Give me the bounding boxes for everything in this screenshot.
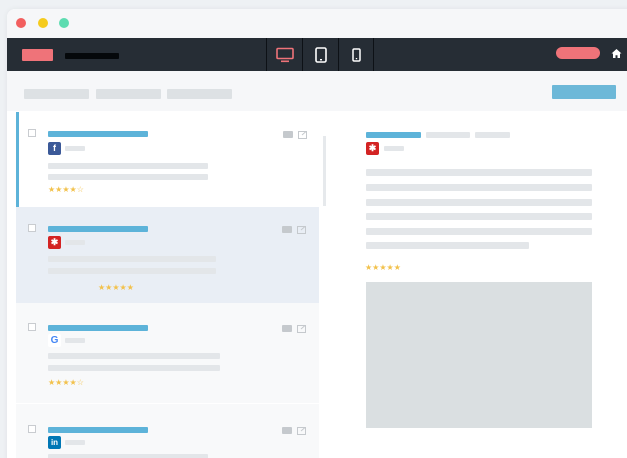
source-name-placeholder <box>384 146 404 151</box>
review-title <box>48 427 148 433</box>
minimize-window-button[interactable] <box>38 18 48 28</box>
review-item[interactable]: in <box>16 404 319 458</box>
source-name-placeholder <box>65 146 85 151</box>
message-icon[interactable] <box>282 226 292 233</box>
detail-text-line <box>366 213 592 220</box>
review-text-line <box>48 174 208 180</box>
filter-tab-3[interactable] <box>167 89 232 99</box>
mobile-view-button[interactable] <box>338 38 374 71</box>
detail-meta <box>426 132 470 138</box>
open-external-icon[interactable] <box>297 325 306 333</box>
review-title <box>48 325 148 331</box>
review-checkbox[interactable] <box>28 224 36 232</box>
detail-text-line <box>366 169 592 176</box>
review-title <box>48 131 148 137</box>
filter-tab-2[interactable] <box>96 89 161 99</box>
google-icon: G <box>48 334 61 347</box>
review-checkbox[interactable] <box>28 425 36 433</box>
detail-text-line <box>366 228 592 235</box>
desktop-view-button[interactable] <box>266 38 302 71</box>
review-item[interactable]: G ★★★★☆ <box>16 303 319 403</box>
source-name-placeholder <box>65 338 85 343</box>
detail-title <box>366 132 421 138</box>
review-item[interactable]: f ★★★★☆ <box>16 112 319 207</box>
star-rating: ★★★★★ <box>98 283 134 292</box>
app-title-placeholder <box>65 53 119 59</box>
message-icon[interactable] <box>283 131 293 138</box>
review-media-image <box>366 282 592 428</box>
app-logo[interactable] <box>22 49 53 61</box>
window-titlebar <box>7 9 627 38</box>
list-scrollbar[interactable] <box>323 136 326 206</box>
yelp-icon: ✱ <box>48 236 61 249</box>
detail-text-line <box>366 242 529 249</box>
app-header <box>7 38 627 71</box>
filter-toolbar <box>7 71 627 111</box>
review-text-line <box>48 163 208 169</box>
yelp-icon: ✱ <box>366 142 379 155</box>
source-name-placeholder <box>65 440 85 445</box>
detail-meta <box>475 132 510 138</box>
review-text-line <box>48 353 220 359</box>
primary-action-button[interactable] <box>552 85 616 99</box>
review-list: f ★★★★☆ ✱ ★★★★★ G ★★★★☆ in <box>16 106 319 458</box>
mobile-icon <box>351 47 361 62</box>
review-text-line <box>48 268 216 274</box>
filter-tab-1[interactable] <box>24 89 89 99</box>
desktop-icon <box>275 47 294 62</box>
review-text-line <box>48 454 208 458</box>
star-rating: ★★★★★ <box>365 263 401 272</box>
open-external-icon[interactable] <box>297 226 306 234</box>
tablet-icon <box>314 46 327 63</box>
review-text-line <box>48 256 216 262</box>
close-window-button[interactable] <box>16 18 26 28</box>
detail-text-line <box>366 184 592 191</box>
star-rating: ★★★★☆ <box>48 185 84 194</box>
linkedin-icon: in <box>48 436 61 449</box>
detail-text-line <box>366 199 592 206</box>
review-checkbox[interactable] <box>28 129 36 137</box>
review-checkbox[interactable] <box>28 323 36 331</box>
user-profile-button[interactable] <box>556 47 600 59</box>
message-icon[interactable] <box>282 427 292 434</box>
maximize-window-button[interactable] <box>59 18 69 28</box>
open-external-icon[interactable] <box>298 131 307 139</box>
review-title <box>48 226 148 232</box>
review-text-line <box>48 365 220 371</box>
open-external-icon[interactable] <box>297 427 306 435</box>
facebook-icon: f <box>48 142 61 155</box>
source-name-placeholder <box>65 240 85 245</box>
review-item[interactable]: ✱ ★★★★★ <box>16 207 319 303</box>
star-rating: ★★★★☆ <box>48 378 84 387</box>
message-icon[interactable] <box>282 325 292 332</box>
home-icon[interactable] <box>611 48 622 59</box>
tablet-view-button[interactable] <box>302 38 338 71</box>
